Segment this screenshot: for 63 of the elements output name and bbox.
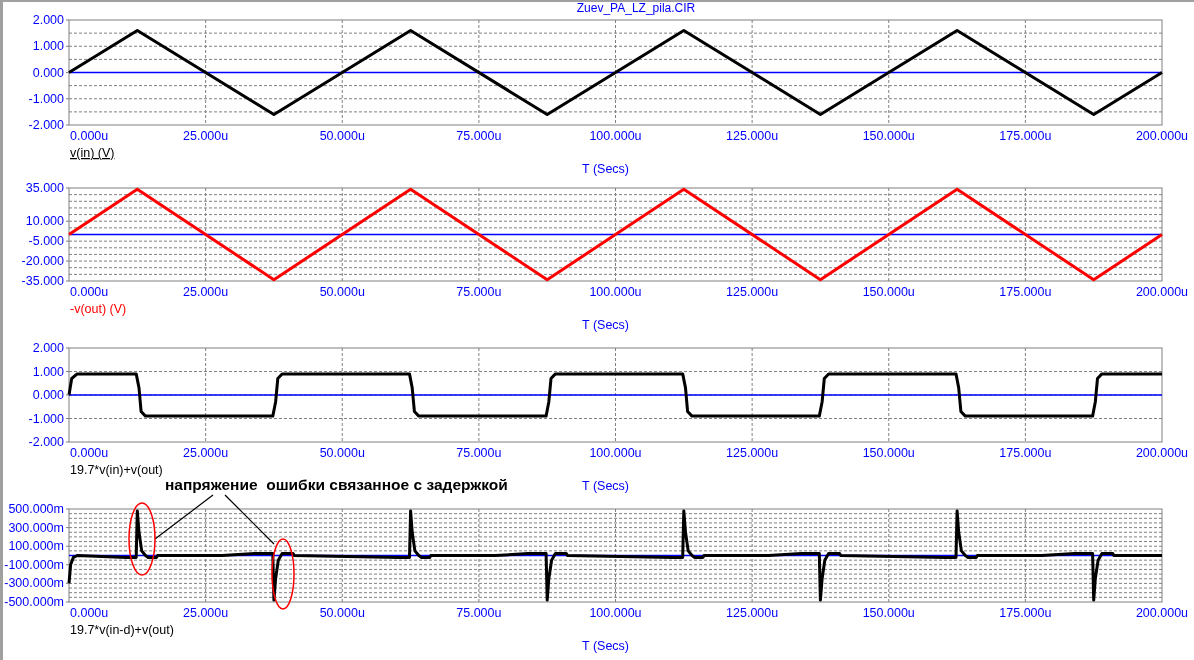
x-tick-label: 175.000u (999, 285, 1052, 299)
x-tick-label: 150.000u (862, 129, 915, 143)
y-tick-label: -1.000 (28, 91, 64, 106)
x-tick-label: 75.000u (456, 129, 502, 143)
y-tick-label: 10.000 (25, 214, 64, 229)
x-tick-label: 200.000u (1135, 285, 1189, 299)
x-tick-label: 50.000u (319, 606, 365, 620)
axis-title: T (Secs) (582, 318, 629, 332)
y-tick-label: 500.000m (8, 502, 64, 516)
x-tick-label: 200.000u (1135, 446, 1189, 460)
x-tick-label: 125.000u (726, 446, 779, 460)
x-tick-label: 25.000u (183, 129, 229, 143)
y-tick-label: 0.000 (32, 65, 64, 80)
x-tick-label: 125.000u (726, 129, 779, 143)
y-tick-label: 100.000m (8, 539, 64, 554)
y-tick-label: -35.000 (21, 274, 64, 288)
x-tick-label: 175.000u (999, 129, 1052, 143)
x-tick-label: 100.000u (589, 285, 642, 299)
x-tick-label: 25.000u (183, 606, 229, 620)
x-tick-label: 50.000u (319, 446, 365, 460)
axis-title: T (Secs) (582, 479, 629, 493)
x-tick-label: 0.000u (70, 285, 109, 299)
x-tick-label: 200.000u (1135, 129, 1189, 143)
x-tick-label: 0.000u (70, 129, 109, 143)
x-tick-label: 125.000u (726, 285, 779, 299)
x-tick-label: 50.000u (319, 129, 365, 143)
y-tick-label: 1.000 (32, 364, 64, 379)
annotation-text: напряжение ошибки связанное с задержкой (165, 476, 508, 493)
y-tick-label: -20.000 (21, 254, 64, 269)
axis-title: T (Secs) (582, 639, 629, 653)
x-tick-label: 75.000u (456, 446, 502, 460)
x-tick-label: 50.000u (319, 285, 365, 299)
y-tick-label: 0.000 (32, 388, 64, 402)
x-tick-label: 100.000u (589, 446, 642, 460)
y-tick-label: 35.000 (25, 181, 64, 195)
y-tick-label: -5.000 (28, 234, 64, 249)
y-tick-label: 1.000 (32, 39, 64, 54)
plot-title: Zuev_PA_LZ_pila.CIR (576, 2, 696, 14)
y-tick-label: -2.000 (28, 118, 64, 132)
x-tick-label: 75.000u (456, 606, 502, 620)
y-tick-label: 2.000 (32, 341, 64, 355)
x-tick-label: 200.000u (1135, 606, 1189, 620)
x-tick-label: 175.000u (999, 606, 1052, 620)
x-tick-label: 0.000u (70, 446, 109, 460)
x-tick-label: 150.000u (862, 446, 915, 460)
x-tick-label: 75.000u (456, 285, 502, 299)
x-tick-label: 150.000u (862, 606, 915, 620)
x-tick-label: 100.000u (589, 606, 642, 620)
y-tick-label: -100.000m (4, 557, 64, 572)
y-tick-label: -500.000m (4, 595, 64, 609)
x-tick-label: 125.000u (726, 606, 779, 620)
y-tick-label: 300.000m (8, 520, 64, 535)
y-tick-label: -2.000 (28, 435, 64, 449)
x-tick-label: 0.000u (70, 606, 109, 620)
x-tick-label: 150.000u (862, 285, 915, 299)
axis-title: T (Secs) (582, 162, 629, 176)
x-tick-label: 25.000u (183, 446, 229, 460)
x-tick-label: 175.000u (999, 446, 1052, 460)
x-tick-label: 100.000u (589, 129, 642, 143)
y-tick-label: 2.000 (32, 13, 64, 27)
y-tick-label: -300.000m (4, 576, 64, 591)
x-tick-label: 25.000u (183, 285, 229, 299)
y-tick-label: -1.000 (28, 411, 64, 426)
